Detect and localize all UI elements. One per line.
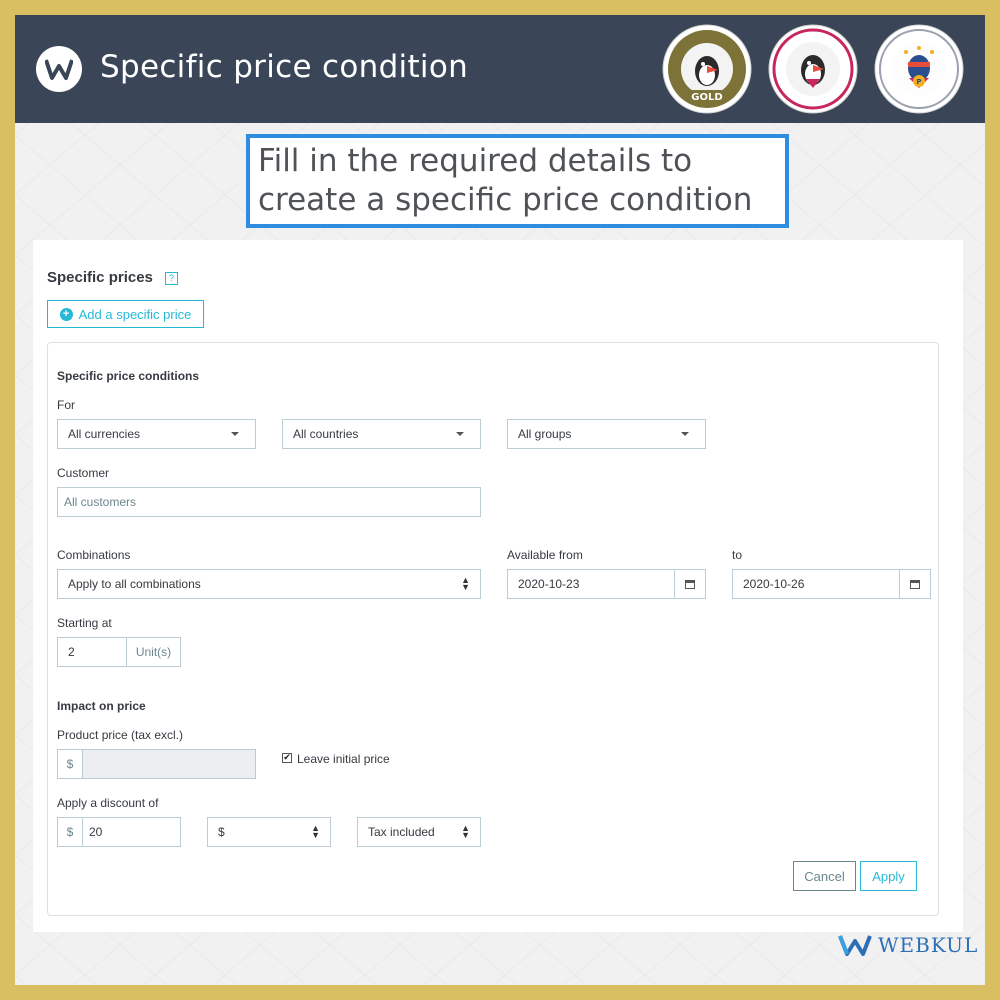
prestashop-module-developer-badge-icon xyxy=(768,24,858,114)
webkul-wordmark: WEBKUL xyxy=(878,933,979,957)
product-price-disabled-area xyxy=(83,750,255,778)
currency-addon: $ xyxy=(58,818,83,846)
callout-line-1: Fill in the required details to xyxy=(258,143,693,179)
webkul-logo-icon xyxy=(36,46,82,92)
instruction-callout: Fill in the required details to create a… xyxy=(246,134,789,228)
callout-line-2: create a specific price condition xyxy=(258,182,753,218)
conditions-heading: Specific price conditions xyxy=(57,369,200,383)
combinations-label: Combinations xyxy=(57,548,131,562)
currency-select-value: All currencies xyxy=(68,427,141,441)
currency-addon: $ xyxy=(58,750,83,778)
available-from-input[interactable]: 2020-10-23 xyxy=(507,569,706,599)
caret-down-icon xyxy=(681,432,689,436)
starting-at-value: 2 xyxy=(68,645,75,659)
svg-text:P: P xyxy=(916,78,921,86)
unit-addon: Unit(s) xyxy=(126,638,180,666)
product-price-label: Product price (tax excl.) xyxy=(57,728,184,742)
caret-down-icon xyxy=(231,432,239,436)
country-select-value: All countries xyxy=(293,427,359,441)
svg-text:GOLD: GOLD xyxy=(691,92,722,103)
page-title: Specific price condition xyxy=(100,49,469,85)
tax-select[interactable]: Tax included ▲ ▼ xyxy=(357,817,481,847)
combinations-select-value: Apply to all combinations xyxy=(68,577,201,591)
starting-at-input[interactable]: 2 Unit(s) xyxy=(57,637,181,667)
discount-type-value: $ xyxy=(218,825,225,839)
calendar-icon[interactable] xyxy=(674,570,705,598)
discount-value: 20 xyxy=(89,825,103,839)
add-specific-price-label: Add a specific price xyxy=(78,306,192,322)
specific-price-form: Specific price conditions For All curren… xyxy=(47,342,939,916)
leave-initial-price-label: Leave initial price xyxy=(297,752,390,766)
available-from-value: 2020-10-23 xyxy=(518,577,580,591)
section-title: Specific prices xyxy=(47,269,153,286)
for-label: For xyxy=(57,398,75,412)
plus-circle-icon: + xyxy=(59,307,73,321)
discount-type-select[interactable]: $ ▲ ▼ xyxy=(207,817,331,847)
combinations-select[interactable]: Apply to all combinations ▲ ▼ xyxy=(57,569,481,599)
prestashop-super-hero-seller-badge-icon: P xyxy=(874,24,964,114)
customer-input[interactable]: All customers xyxy=(57,487,481,517)
sort-arrows-icon: ▲ ▼ xyxy=(461,575,470,592)
prestashop-gold-badge-icon: GOLD xyxy=(662,24,752,114)
help-icon[interactable]: ? xyxy=(165,272,178,285)
apply-button[interactable]: Apply xyxy=(860,861,917,891)
calendar-icon[interactable] xyxy=(899,570,930,598)
webkul-w-icon xyxy=(838,935,872,956)
discount-label: Apply a discount of xyxy=(57,796,159,810)
available-from-label: Available from xyxy=(507,548,583,562)
cancel-button[interactable]: Cancel xyxy=(793,861,856,891)
group-select[interactable]: All groups xyxy=(507,419,706,449)
sort-arrows-icon: ▲ ▼ xyxy=(311,823,320,840)
leave-initial-price-checkbox[interactable]: ✔ xyxy=(282,753,292,763)
tax-select-value: Tax included xyxy=(368,825,435,839)
header-bar: Specific price condition GOLD P xyxy=(15,15,985,123)
add-specific-price-button[interactable]: + Add a specific price xyxy=(47,300,204,328)
customer-label: Customer xyxy=(57,466,110,480)
available-to-value: 2020-10-26 xyxy=(743,577,805,591)
caret-down-icon xyxy=(456,432,464,436)
available-to-input[interactable]: 2020-10-26 xyxy=(732,569,931,599)
country-select[interactable]: All countries xyxy=(282,419,481,449)
product-price-input[interactable]: $ xyxy=(57,749,256,779)
sort-arrows-icon: ▲ ▼ xyxy=(461,823,470,840)
currency-select[interactable]: All currencies xyxy=(57,419,256,449)
webkul-brand: WEBKUL xyxy=(838,933,978,957)
specific-prices-panel: Specific prices ? + Add a specific price… xyxy=(33,240,963,932)
starting-at-label: Starting at xyxy=(57,616,112,630)
impact-heading: Impact on price xyxy=(57,699,146,713)
image-frame: Specific price condition GOLD P Fill in … xyxy=(15,15,985,985)
discount-input[interactable]: $ 20 xyxy=(57,817,181,847)
customer-input-placeholder: All customers xyxy=(64,495,137,509)
group-select-value: All groups xyxy=(518,427,572,441)
to-label: to xyxy=(732,548,743,562)
